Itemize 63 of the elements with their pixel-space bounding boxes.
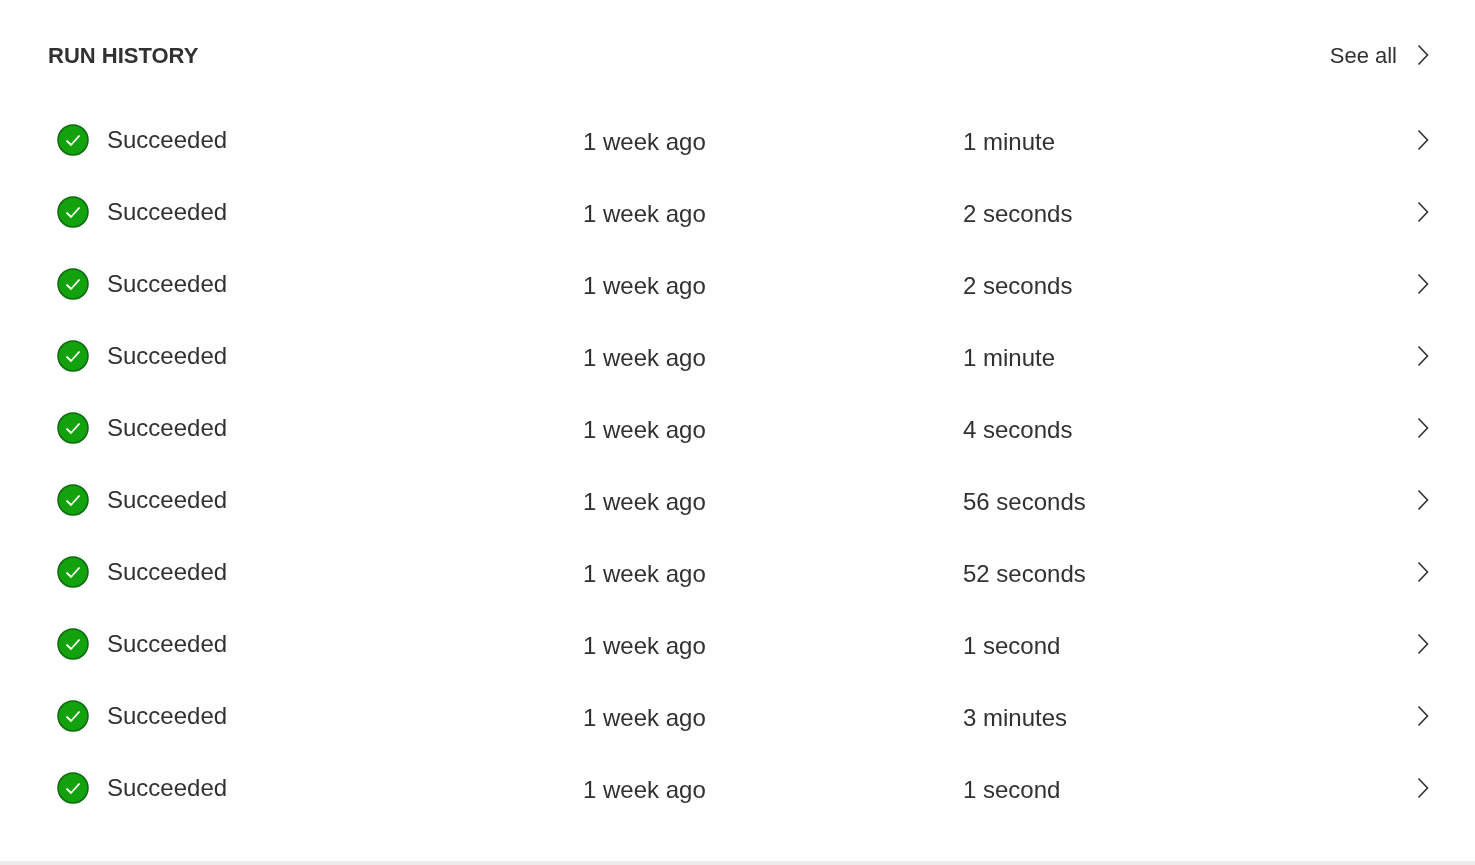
run-row[interactable]: Succeeded 1 week ago 3 minutes xyxy=(0,680,1475,752)
run-start-time: 1 week ago xyxy=(583,486,707,517)
chevron-right-icon xyxy=(1417,561,1429,583)
run-duration: 2 seconds xyxy=(963,198,1074,229)
success-check-icon xyxy=(57,412,89,444)
run-duration: 1 second xyxy=(963,630,1062,661)
success-check-icon xyxy=(57,628,89,660)
run-row[interactable]: Succeeded 1 week ago 1 second xyxy=(0,752,1475,824)
chevron-right-icon xyxy=(1417,129,1429,151)
run-duration: 1 minute xyxy=(963,126,1057,157)
run-start-time: 1 week ago xyxy=(583,126,707,157)
run-start-time: 1 week ago xyxy=(583,342,707,373)
success-check-icon xyxy=(57,124,89,156)
success-check-icon xyxy=(57,772,89,804)
chevron-right-icon xyxy=(1417,345,1429,367)
run-duration: 3 minutes xyxy=(963,702,1069,733)
run-start-time: 1 week ago xyxy=(583,630,707,661)
run-start-time: 1 week ago xyxy=(583,774,707,805)
run-row[interactable]: Succeeded 1 week ago 56 seconds xyxy=(0,464,1475,536)
section-title: RUN HISTORY xyxy=(48,41,199,70)
run-status: Succeeded xyxy=(107,413,228,443)
run-status: Succeeded xyxy=(107,773,228,803)
run-row[interactable]: Succeeded 1 week ago 2 seconds xyxy=(0,248,1475,320)
success-check-icon xyxy=(57,196,89,228)
run-duration: 1 second xyxy=(963,774,1062,805)
success-check-icon xyxy=(57,340,89,372)
run-status: Succeeded xyxy=(107,269,228,299)
run-duration: 4 seconds xyxy=(963,414,1074,445)
run-row[interactable]: Succeeded 1 week ago 1 minute xyxy=(0,104,1475,176)
run-start-time: 1 week ago xyxy=(583,558,707,589)
run-duration: 56 seconds xyxy=(963,486,1087,517)
run-start-time: 1 week ago xyxy=(583,414,707,445)
run-status: Succeeded xyxy=(107,125,228,155)
run-status: Succeeded xyxy=(107,701,228,731)
chevron-right-icon xyxy=(1417,705,1429,727)
chevron-right-icon xyxy=(1417,777,1429,799)
run-status: Succeeded xyxy=(107,197,228,227)
chevron-right-icon xyxy=(1417,273,1429,295)
run-row[interactable]: Succeeded 1 week ago 1 minute xyxy=(0,320,1475,392)
run-duration: 52 seconds xyxy=(963,558,1087,589)
run-row[interactable]: Succeeded 1 week ago 2 seconds xyxy=(0,176,1475,248)
see-all-link[interactable]: See all xyxy=(1329,38,1429,72)
run-row[interactable]: Succeeded 1 week ago 1 second xyxy=(0,608,1475,680)
run-start-time: 1 week ago xyxy=(583,702,707,733)
chevron-right-icon xyxy=(1417,417,1429,439)
success-check-icon xyxy=(57,484,89,516)
run-start-time: 1 week ago xyxy=(583,270,707,301)
chevron-right-icon xyxy=(1417,44,1429,66)
success-check-icon xyxy=(57,556,89,588)
run-start-time: 1 week ago xyxy=(583,198,707,229)
run-row[interactable]: Succeeded 1 week ago 4 seconds xyxy=(0,392,1475,464)
run-duration: 2 seconds xyxy=(963,270,1074,301)
run-row[interactable]: Succeeded 1 week ago 52 seconds xyxy=(0,536,1475,608)
run-status: Succeeded xyxy=(107,341,228,371)
chevron-right-icon xyxy=(1417,201,1429,223)
success-check-icon xyxy=(57,268,89,300)
run-status: Succeeded xyxy=(107,557,228,587)
run-duration: 1 minute xyxy=(963,342,1057,373)
run-status: Succeeded xyxy=(107,629,228,659)
run-status: Succeeded xyxy=(107,485,228,515)
chevron-right-icon xyxy=(1417,633,1429,655)
chevron-right-icon xyxy=(1417,489,1429,511)
success-check-icon xyxy=(57,700,89,732)
